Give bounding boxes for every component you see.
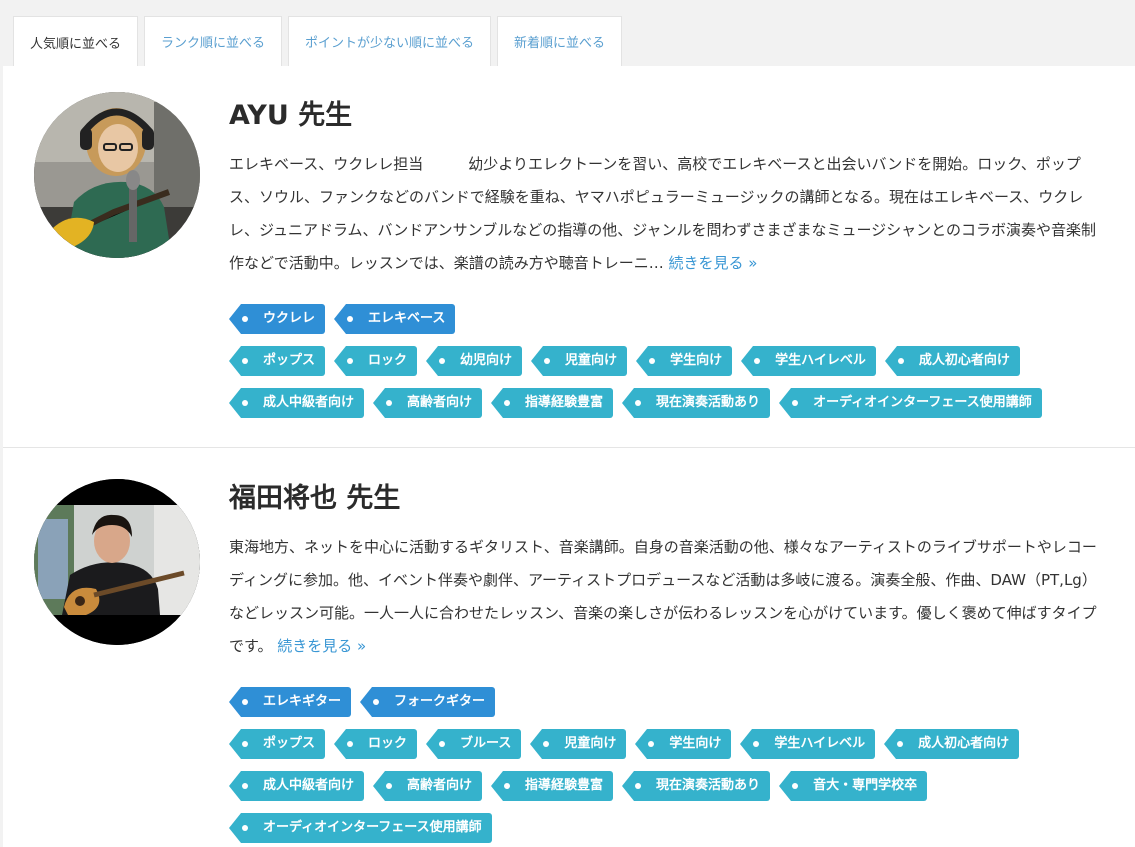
feature-tag[interactable]: 学生向け	[636, 346, 733, 376]
read-more-link[interactable]: 続きを見る »	[277, 637, 366, 655]
feature-tag[interactable]: 学生向け	[635, 729, 732, 759]
tab-sort-rank[interactable]: ランク順に並べる	[144, 16, 283, 66]
feature-tag[interactable]: 児童向け	[530, 729, 627, 759]
instrument-tag[interactable]: エレキギター	[228, 687, 352, 717]
teacher-avatar[interactable]	[34, 479, 200, 645]
feature-tag[interactable]: 音大・専門学校卒	[779, 771, 928, 801]
feature-tag[interactable]: 児童向け	[531, 346, 628, 376]
feature-tag[interactable]: 成人初心者向け	[884, 729, 1020, 759]
feature-tag[interactable]: 現在演奏活動あり	[622, 771, 771, 801]
feature-tag[interactable]: 学生ハイレベル	[740, 729, 876, 759]
teacher-photo	[34, 479, 200, 645]
feature-tag[interactable]: 指導経験豊富	[491, 388, 614, 418]
instrument-tags: ウクレレ エレキベース	[228, 304, 1099, 334]
feature-tags-row: ポップス ロック 幼児向け 児童向け 学生向け 学生ハイレベル 成人初心者向け	[228, 346, 1099, 376]
feature-tags-row: 成人中級者向け 高齢者向け 指導経験豊富 現在演奏活動あり オーディオインターフ…	[228, 388, 1099, 418]
feature-tag[interactable]: 成人中級者向け	[228, 771, 365, 801]
description-text: エレキベース、ウクレレ担当 幼少よりエレクトーンを習い、高校でエレキベースと出会…	[229, 155, 1097, 272]
teacher-name[interactable]: AYU 先生	[229, 96, 1099, 136]
instrument-tag[interactable]: フォークギター	[360, 687, 496, 717]
teacher-description: エレキベース、ウクレレ担当 幼少よりエレクトーンを習い、高校でエレキベースと出会…	[229, 148, 1097, 280]
teacher-card: AYU 先生 エレキベース、ウクレレ担当 幼少よりエレクトーンを習い、高校でエレ…	[3, 66, 1135, 448]
feature-tags-row: 成人中級者向け 高齢者向け 指導経験豊富 現在演奏活動あり 音大・専門学校卒	[228, 771, 1099, 801]
feature-tags-row: ポップス ロック ブルース 児童向け 学生向け 学生ハイレベル 成人初心者向け	[228, 729, 1099, 759]
teacher-card: 福田将也 先生 東海地方、ネットを中心に活動するギタリスト、音楽講師。自身の音楽…	[3, 449, 1135, 847]
feature-tag[interactable]: 成人初心者向け	[884, 346, 1020, 376]
teacher-info: 福田将也 先生 東海地方、ネットを中心に活動するギタリスト、音楽講師。自身の音楽…	[228, 479, 1099, 847]
feature-tag[interactable]: 幼児向け	[426, 346, 523, 376]
tab-sort-points[interactable]: ポイントが少ない順に並べる	[288, 16, 492, 66]
teacher-list: AYU 先生 エレキベース、ウクレレ担当 幼少よりエレクトーンを習い、高校でエレ…	[3, 66, 1135, 847]
tab-sort-newest[interactable]: 新着順に並べる	[497, 16, 623, 66]
feature-tag[interactable]: ポップス	[228, 729, 326, 759]
read-more-link[interactable]: 続きを見る »	[668, 254, 757, 272]
feature-tag[interactable]: オーディオインターフェース使用講師	[779, 388, 1042, 418]
feature-tag[interactable]: ロック	[334, 346, 418, 376]
feature-tag[interactable]: 指導経験豊富	[491, 771, 614, 801]
instrument-tags: エレキギター フォークギター	[228, 687, 1099, 717]
instrument-tag[interactable]: ウクレレ	[228, 304, 326, 334]
teacher-avatar[interactable]	[34, 92, 200, 258]
tab-sort-popular[interactable]: 人気順に並べる	[13, 16, 139, 67]
feature-tag[interactable]: 現在演奏活動あり	[622, 388, 771, 418]
sort-tabs: 人気順に並べる ランク順に並べる ポイントが少ない順に並べる 新着順に並べる	[13, 16, 623, 67]
feature-tag[interactable]: 学生ハイレベル	[741, 346, 876, 376]
feature-tag[interactable]: 成人中級者向け	[228, 388, 365, 418]
teacher-info: AYU 先生 エレキベース、ウクレレ担当 幼少よりエレクトーンを習い、高校でエレ…	[228, 96, 1099, 430]
feature-tag[interactable]: オーディオインターフェース使用講師	[229, 813, 492, 843]
feature-tag[interactable]: ロック	[334, 729, 418, 759]
feature-tag[interactable]: 高齢者向け	[373, 388, 483, 418]
teacher-description: 東海地方、ネットを中心に活動するギタリスト、音楽講師。自身の音楽活動の他、様々な…	[229, 531, 1097, 663]
teacher-photo	[34, 92, 200, 258]
tag-list: ウクレレ エレキベース ポップス ロック 幼児向け 児童向け 学生向け 学生ハイ…	[228, 304, 1099, 418]
feature-tag[interactable]: 高齢者向け	[373, 771, 483, 801]
instrument-tag[interactable]: エレキベース	[333, 304, 456, 334]
feature-tags-row: オーディオインターフェース使用講師	[229, 813, 1099, 843]
feature-tag[interactable]: ブルース	[425, 729, 522, 759]
feature-tag[interactable]: ポップス	[228, 346, 326, 376]
tag-list: エレキギター フォークギター ポップス ロック ブルース 児童向け 学生向け 学…	[228, 687, 1099, 843]
teacher-name[interactable]: 福田将也 先生	[229, 479, 1099, 519]
